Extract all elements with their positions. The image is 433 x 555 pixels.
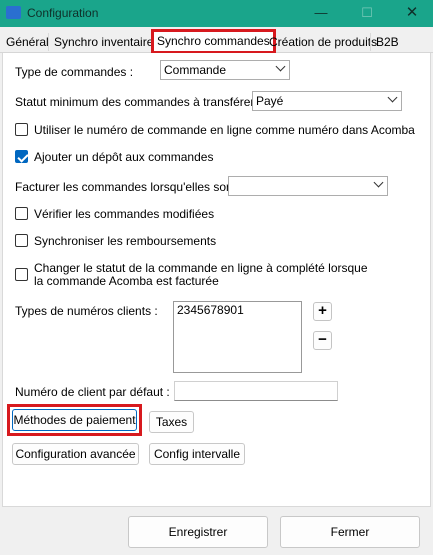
utiliser-numero-checkbox[interactable] [15,123,28,136]
ajouter-depot-checkbox[interactable] [15,150,28,163]
close-button[interactable]: Fermer [280,516,420,548]
tab-panel-synchro-commandes: Type de commandes : Commande Statut mini… [2,53,431,507]
tab-b2b[interactable]: B2B [372,33,403,53]
tab-general[interactable]: Général [2,33,53,53]
remove-button[interactable]: − [313,331,332,350]
statut-minimum-value: Payé [256,94,284,108]
close-window-button[interactable]: ✕ [401,3,423,23]
taxes-button[interactable]: Taxes [149,411,194,433]
type-commandes-dropdown[interactable]: Commande [160,60,290,80]
types-numeros-label: Types de numéros clients : [15,304,158,318]
facturer-dropdown[interactable] [228,176,388,196]
tab-creation-produits[interactable]: Création de produits [265,33,381,53]
config-intervalle-button[interactable]: Config intervalle [149,443,245,465]
types-numeros-listbox[interactable]: 2345678901 [173,301,302,373]
chevron-down-icon [275,61,286,72]
list-item[interactable]: 2345678901 [177,303,298,317]
synchroniser-remboursements-label: Synchroniser les remboursements [34,234,217,248]
verifier-modifiees-label: Vérifier les commandes modifiées [34,207,215,221]
verifier-modifiees-checkbox[interactable] [15,207,28,220]
save-button[interactable]: Enregistrer [128,516,268,548]
window-title: Configuration [27,6,99,20]
changer-statut-label-line2: la commande Acomba est facturée [34,274,219,288]
tab-synchro-inventaires[interactable]: Synchro inventaires [50,33,163,53]
tab-synchro-commandes[interactable]: Synchro commandes [151,29,276,54]
methodes-paiement-button[interactable]: Méthodes de paiement [12,409,137,431]
maximize-button[interactable]: ☐ [356,3,378,23]
utiliser-numero-label: Utiliser le numéro de commande en ligne … [34,123,415,137]
tab-divider [370,33,371,51]
title-bar: Configuration — ☐ ✕ [0,0,433,27]
type-commandes-label: Type de commandes : [15,65,134,79]
tab-divider [48,33,49,51]
numero-client-defaut-label: Numéro de client par défaut : [15,385,170,399]
minimize-button[interactable]: — [310,3,332,23]
synchroniser-remboursements-checkbox[interactable] [15,234,28,247]
app-icon [6,6,21,19]
configuration-avancee-button[interactable]: Configuration avancée [12,443,139,465]
facturer-label: Facturer les commandes lorsqu'elles sont… [15,180,243,194]
numero-client-defaut-input[interactable] [174,381,338,401]
add-button[interactable]: + [313,302,332,321]
type-commandes-value: Commande [164,63,227,77]
statut-minimum-dropdown[interactable]: Payé [252,91,402,111]
changer-statut-label-line1: Changer le statut de la commande en lign… [34,261,368,275]
chevron-down-icon [373,177,384,188]
statut-minimum-label: Statut minimum des commandes à transfére… [15,95,262,109]
chevron-down-icon [387,92,398,103]
ajouter-depot-label: Ajouter un dépôt aux commandes [34,150,214,164]
changer-statut-checkbox[interactable] [15,268,28,281]
tab-strip: Général Synchro inventaires Synchro comm… [0,27,433,54]
